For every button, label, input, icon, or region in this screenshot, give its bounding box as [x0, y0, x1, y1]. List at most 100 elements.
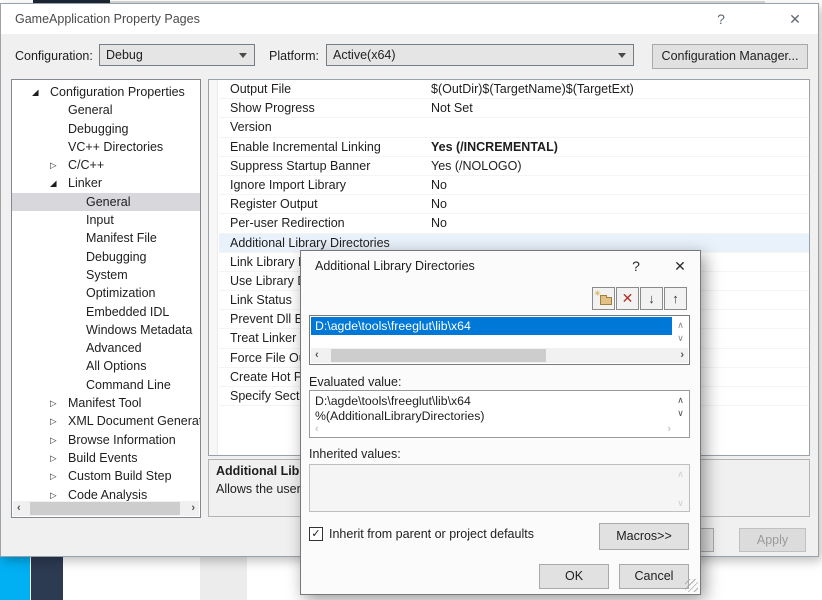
delete-line-button[interactable]: ✕ [616, 287, 639, 310]
list-horizontal-scrollbar[interactable]: ‹ › [311, 348, 688, 363]
collapsed-arrow-icon[interactable]: ▷ [50, 394, 57, 412]
tree-item-optimization[interactable]: Optimization [12, 284, 200, 302]
title-bar[interactable]: GameApplication Property Pages ? ✕ [1, 4, 818, 34]
title-bar[interactable]: Additional Library Directories ? ✕ [301, 251, 700, 281]
tree-item-label: C/C++ [68, 156, 104, 174]
tree-item-label: Custom Build Step [68, 467, 172, 485]
configuration-manager-button[interactable]: Configuration Manager... [652, 44, 808, 69]
property-row-register-output[interactable]: Register OutputNo [219, 195, 809, 214]
scroll-down-icon[interactable]: ∨ [675, 408, 686, 419]
property-name: Register Output [219, 195, 427, 213]
ok-button[interactable]: OK [539, 564, 609, 589]
scroll-right-icon[interactable]: › [191, 501, 195, 516]
tree-item-input[interactable]: Input [12, 211, 200, 229]
selected-directory-item[interactable]: D:\agde\tools\freeglut\lib\x64 [311, 317, 672, 335]
tree-item-general[interactable]: General [12, 101, 200, 119]
configuration-value: Debug [106, 48, 143, 62]
tree-item-label: Windows Metadata [86, 321, 192, 339]
tree-horizontal-scrollbar[interactable]: ‹ › [13, 501, 199, 516]
additional-library-directories-dialog: Additional Library Directories ? ✕ ✳ ✕ ↓… [300, 250, 701, 595]
tree-item-embedded-idl[interactable]: Embedded IDL [12, 303, 200, 321]
list-vertical-scrollbar[interactable]: ∧ ∨ [673, 317, 688, 347]
tree-item-windows-metadata[interactable]: Windows Metadata [12, 321, 200, 339]
new-line-button[interactable]: ✳ [592, 287, 615, 310]
property-row-per-user-redirection[interactable]: Per-user RedirectionNo [219, 214, 809, 233]
collapsed-arrow-icon[interactable]: ▷ [50, 431, 57, 449]
description-text: Allows the user t [216, 482, 308, 496]
resize-grip[interactable] [685, 579, 698, 592]
grid-gutter [209, 80, 218, 455]
tree-item-linker[interactable]: ◢Linker [12, 174, 200, 192]
property-value: Not Set [427, 99, 809, 117]
inherited-values-box[interactable]: ∧ ∨ [309, 464, 690, 512]
tree-item-label: Build Events [68, 449, 137, 467]
tree-item-debugging[interactable]: Debugging [12, 248, 200, 266]
tree-item-configuration-properties[interactable]: ◢Configuration Properties [12, 83, 200, 101]
scroll-up-icon[interactable]: ∧ [675, 395, 686, 406]
collapsed-arrow-icon[interactable]: ▷ [50, 156, 57, 174]
property-row-output-file[interactable]: Output File$(OutDir)$(TargetName)$(Targe… [219, 80, 809, 99]
scroll-right-icon: › [667, 423, 671, 435]
expanded-arrow-icon[interactable]: ◢ [32, 83, 39, 101]
move-up-button[interactable]: ↑ [664, 287, 687, 310]
inherited-values-label: Inherited values: [309, 447, 401, 461]
evaluated-value-box[interactable]: D:\agde\tools\freeglut\lib\x64 %(Additio… [309, 390, 690, 438]
collapsed-arrow-icon[interactable]: ▷ [50, 449, 57, 467]
tree-item-vc-directories[interactable]: VC++ Directories [12, 138, 200, 156]
collapsed-arrow-icon[interactable]: ▷ [50, 467, 57, 485]
tree-item-build-events[interactable]: ▷ Build Events [12, 449, 200, 467]
macros-button[interactable]: Macros>> [599, 523, 689, 550]
scrollbar-thumb[interactable] [30, 502, 180, 515]
scroll-down-icon[interactable]: ∨ [675, 333, 686, 344]
tree-item-custom-build-step[interactable]: ▷ Custom Build Step [12, 467, 200, 485]
property-row-version[interactable]: Version [219, 118, 809, 137]
tree-item-manifest-file[interactable]: Manifest File [12, 229, 200, 247]
scroll-left-icon[interactable]: ‹ [17, 501, 21, 516]
scrollbar-thumb[interactable] [331, 349, 546, 362]
property-row-show-progress[interactable]: Show ProgressNot Set [219, 99, 809, 118]
tree-item-command-line[interactable]: Command Line [12, 376, 200, 394]
property-name: Additional Library Directories [219, 234, 427, 252]
cancel-button[interactable]: Cancel [619, 564, 689, 589]
move-down-button[interactable]: ↓ [640, 287, 663, 310]
platform-dropdown[interactable]: Active(x64) [326, 44, 634, 66]
close-icon[interactable]: ✕ [782, 8, 808, 30]
tree-item-xml-document-generator[interactable]: ▷XML Document Generator [12, 412, 200, 430]
property-row-ignore-import-library[interactable]: Ignore Import LibraryNo [219, 176, 809, 195]
apply-button[interactable]: Apply [739, 528, 806, 552]
tree-item-label: Debugging [68, 120, 128, 138]
directories-listbox[interactable]: D:\agde\tools\freeglut\lib\x64 ∧ ∨ ‹ › [309, 315, 690, 365]
tree-item-label: Optimization [86, 284, 155, 302]
tree-item-label: All Options [86, 357, 146, 375]
help-icon[interactable]: ? [623, 255, 649, 277]
expanded-arrow-icon[interactable]: ◢ [50, 174, 57, 192]
tree-item-all-options[interactable]: All Options [12, 357, 200, 375]
tree-item-manifest-tool[interactable]: ▷Manifest Tool [12, 394, 200, 412]
collapsed-arrow-icon[interactable]: ▷ [50, 412, 57, 430]
tree-item-debugging[interactable]: Debugging [12, 120, 200, 138]
tree-item-label: Command Line [86, 376, 171, 394]
tree-item-c-c-[interactable]: ▷ C/C++ [12, 156, 200, 174]
scroll-up-icon[interactable]: ∧ [675, 320, 686, 331]
property-row-suppress-startup-banner[interactable]: Suppress Startup BannerYes (/NOLOGO) [219, 157, 809, 176]
property-name: Output File [219, 80, 427, 98]
tree-item-label: General [68, 101, 112, 119]
property-name: Show Progress [219, 99, 427, 117]
inherit-checkbox[interactable]: ✓ [309, 527, 323, 541]
close-icon[interactable]: ✕ [667, 255, 693, 277]
evaluated-value-label: Evaluated value: [309, 375, 401, 389]
property-name: Per-user Redirection [219, 214, 427, 232]
property-value: Yes (/INCREMENTAL) [427, 138, 809, 156]
configuration-dropdown[interactable]: Debug [99, 44, 255, 66]
scroll-left-icon[interactable]: ‹ [315, 348, 319, 363]
tree-item-browse-information[interactable]: ▷Browse Information [12, 431, 200, 449]
tree-item-advanced[interactable]: Advanced [12, 339, 200, 357]
new-folder-icon: ✳ [595, 291, 612, 306]
property-row-enable-incremental-linking[interactable]: Enable Incremental LinkingYes (/INCREMEN… [219, 138, 809, 157]
scroll-right-icon[interactable]: › [680, 348, 684, 363]
tree-item-general[interactable]: General [12, 193, 200, 211]
evaluated-line-2: %(AdditionalLibraryDirectories) [315, 409, 485, 423]
help-icon[interactable]: ? [708, 8, 734, 30]
arrow-down-icon: ↓ [648, 291, 655, 306]
tree-item-system[interactable]: System [12, 266, 200, 284]
